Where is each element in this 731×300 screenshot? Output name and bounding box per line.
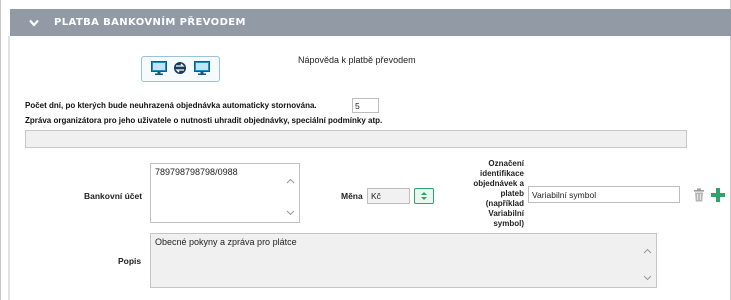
chevron-up-icon xyxy=(643,248,652,254)
organizer-message-input[interactable] xyxy=(25,130,687,148)
textarea-scrollbar[interactable] xyxy=(643,248,652,281)
up-down-arrows-icon xyxy=(421,192,427,200)
variable-symbol-input[interactable]: Variabilní symbol xyxy=(528,186,680,203)
description-value: Obecné pokyny a zpráva pro plátce xyxy=(155,237,297,247)
help-text[interactable]: Nápověda k platbě převodem xyxy=(298,55,416,65)
bank-account-label: Bankovní účet xyxy=(84,191,143,201)
plus-icon[interactable] xyxy=(711,188,725,202)
panel-header[interactable]: PLATBA BANKOVNÍM PŘEVODEM xyxy=(10,9,731,36)
description-label: Popis xyxy=(118,256,142,266)
panel-title: PLATBA BANKOVNÍM PŘEVODEM xyxy=(54,17,246,28)
description-textarea[interactable]: Obecné pokyny a zpráva pro plátce xyxy=(150,233,657,288)
currency-select[interactable]: Kč xyxy=(367,188,410,204)
payment-identification-label: Označení identifikace objednávek a plate… xyxy=(473,159,524,228)
chevron-down-icon[interactable] xyxy=(28,17,40,29)
help-button[interactable] xyxy=(141,56,220,82)
auto-cancel-label: Počet dní, po kterých bude neuhrazená ob… xyxy=(25,101,317,110)
textarea-scrollbar[interactable] xyxy=(286,178,295,216)
monitor-icon xyxy=(150,60,168,78)
monitor-icon xyxy=(193,60,211,78)
transfer-icon xyxy=(172,60,188,78)
bank-account-textarea[interactable]: 789798798798/0988 xyxy=(150,163,300,223)
trash-icon[interactable] xyxy=(693,188,705,202)
bank-account-value: 789798798798/0988 xyxy=(155,167,238,177)
currency-label: Měna xyxy=(341,191,363,201)
currency-toggle-button[interactable] xyxy=(414,188,434,204)
chevron-down-icon xyxy=(643,275,652,281)
auto-cancel-days-input[interactable]: 5 xyxy=(352,98,379,113)
chevron-up-icon xyxy=(286,178,295,184)
organizer-message-label: Zpráva organizátora pro jeho uživatele o… xyxy=(25,116,383,125)
chevron-down-icon xyxy=(286,210,295,216)
panel-left-border xyxy=(8,36,10,300)
